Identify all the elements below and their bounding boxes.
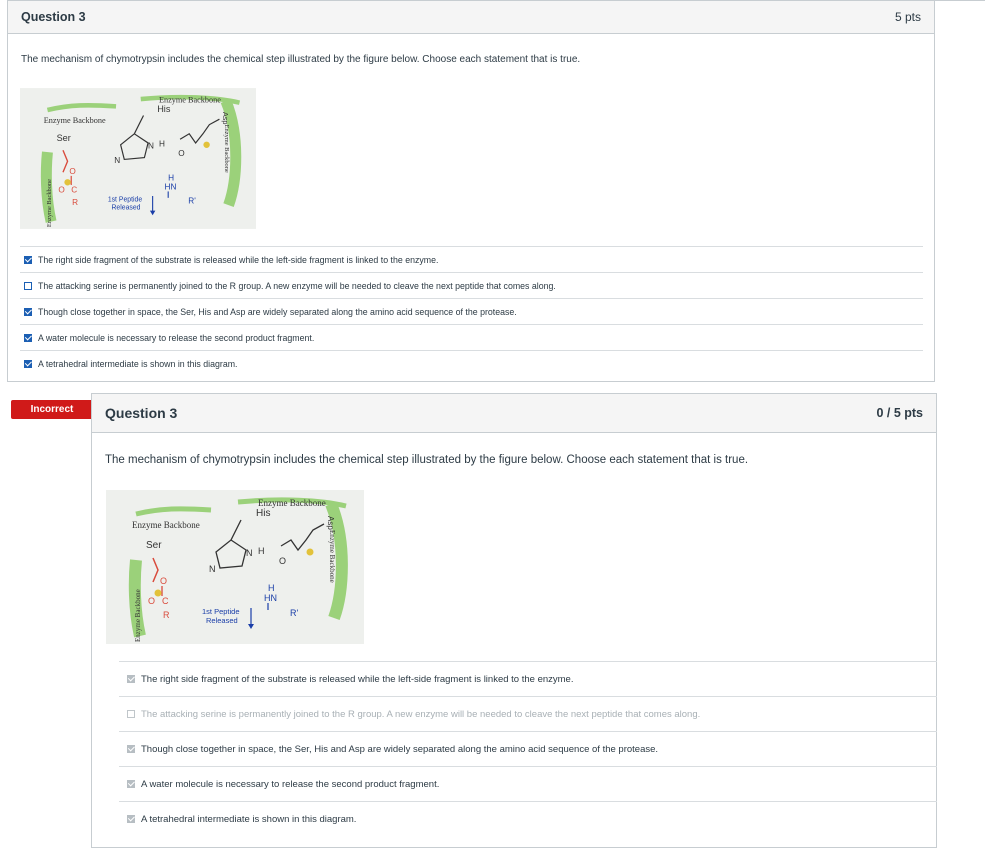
graded-answer-option: A tetrahedral intermediate is shown in t… (119, 801, 937, 836)
checkbox-checked-icon[interactable] (24, 255, 32, 264)
mechanism-diagram: Enzyme Backbone Enzyme Backbone Enzyme B… (20, 88, 256, 229)
answer-option[interactable]: The attacking serine is permanently join… (20, 272, 923, 298)
svg-text:HN: HN (264, 593, 277, 603)
graded-answer-option: The attacking serine is permanently join… (119, 696, 937, 731)
svg-text:O: O (279, 556, 286, 566)
svg-text:Enzyme Backbone: Enzyme Backbone (134, 589, 142, 642)
answer-label: Though close together in space, the Ser,… (141, 743, 659, 755)
svg-text:R: R (163, 610, 170, 620)
svg-text:N: N (209, 564, 216, 574)
answer-label: A water molecule is necessary to release… (38, 332, 315, 343)
answer-option[interactable]: Though close together in space, the Ser,… (20, 298, 923, 324)
checkbox-checked-icon (127, 675, 135, 683)
answer-label: The right side fragment of the substrate… (38, 254, 439, 265)
svg-text:Released: Released (206, 616, 238, 625)
checkbox-unchecked-icon (127, 710, 135, 718)
svg-text:His: His (256, 508, 270, 519)
answer-label: The right side fragment of the substrate… (141, 673, 574, 685)
svg-text:Enzyme Backbone: Enzyme Backbone (258, 498, 326, 508)
graded-question-header: Question 3 0 / 5 pts (92, 394, 936, 433)
svg-text:H: H (258, 546, 265, 556)
svg-text:Enzyme Backbone: Enzyme Backbone (223, 125, 230, 173)
graded-question-card: Question 3 0 / 5 pts The mechanism of ch… (91, 393, 937, 848)
svg-text:N: N (148, 141, 154, 150)
svg-text:N: N (114, 156, 120, 165)
checkbox-checked-icon[interactable] (24, 307, 32, 316)
checkbox-checked-icon[interactable] (24, 333, 32, 342)
checkbox-checked-icon[interactable] (24, 359, 32, 368)
mechanism-figure: Enzyme Backbone Enzyme Backbone Enzyme B… (106, 490, 364, 644)
graded-answer-option: A water molecule is necessary to release… (119, 766, 937, 801)
svg-text:Asp: Asp (221, 112, 230, 125)
answer-label: A tetrahedral intermediate is shown in t… (38, 358, 238, 369)
graded-question-score: 0 / 5 pts (876, 406, 923, 420)
svg-text:1st Peptide: 1st Peptide (108, 196, 143, 203)
incorrect-badge: Incorrect (11, 400, 101, 419)
question-card: Question 3 5 pts The mechanism of chymot… (7, 0, 935, 382)
svg-text:H: H (268, 583, 275, 593)
svg-text:Enzyme Backbone: Enzyme Backbone (44, 116, 106, 125)
svg-text:N: N (246, 548, 253, 558)
question-prompt: The mechanism of chymotrypsin includes t… (21, 54, 581, 65)
svg-text:O: O (69, 167, 75, 176)
mechanism-figure: Enzyme Backbone Enzyme Backbone Enzyme B… (20, 88, 256, 229)
graded-question-prompt: The mechanism of chymotrypsin includes t… (105, 454, 749, 466)
graded-answer-option: Though close together in space, the Ser,… (119, 731, 937, 766)
question-title: Question 3 (21, 10, 86, 24)
mechanism-diagram: Enzyme Backbone Enzyme Backbone Enzyme B… (106, 490, 364, 644)
svg-text:His: His (157, 104, 171, 114)
svg-text:Released: Released (111, 205, 140, 212)
svg-text:O: O (58, 185, 64, 194)
svg-text:C: C (71, 185, 77, 194)
svg-text:Ser: Ser (146, 540, 162, 551)
svg-text:O: O (148, 596, 155, 606)
svg-text:Enzyme Backbone: Enzyme Backbone (328, 530, 336, 583)
svg-text:O: O (160, 576, 167, 586)
svg-text:1st Peptide: 1st Peptide (202, 607, 240, 616)
answer-label: Though close together in space, the Ser,… (38, 306, 517, 317)
answer-label: The attacking serine is permanently join… (141, 708, 701, 720)
checkbox-unchecked-icon[interactable] (24, 281, 32, 290)
graded-answer-option: The right side fragment of the substrate… (119, 661, 937, 696)
answer-option[interactable]: A water molecule is necessary to release… (20, 324, 923, 350)
answer-option[interactable]: A tetrahedral intermediate is shown in t… (20, 350, 923, 376)
svg-text:H: H (159, 140, 165, 149)
svg-text:C: C (162, 596, 169, 606)
svg-text:Ser: Ser (57, 133, 71, 143)
answer-label: A water molecule is necessary to release… (141, 778, 440, 790)
svg-text:O: O (178, 149, 184, 158)
svg-text:R': R' (188, 196, 196, 205)
top-divider (935, 0, 985, 1)
svg-text:Enzyme Backbone: Enzyme Backbone (46, 179, 53, 227)
svg-text:H: H (168, 173, 174, 182)
answer-label: The attacking serine is permanently join… (38, 280, 556, 291)
question-header: Question 3 5 pts (8, 1, 934, 34)
svg-text:R': R' (290, 608, 298, 618)
checkbox-checked-icon (127, 745, 135, 753)
svg-text:R: R (72, 198, 78, 207)
svg-text:HN: HN (165, 183, 177, 192)
question-points: 5 pts (894, 10, 921, 24)
answer-label: A tetrahedral intermediate is shown in t… (141, 813, 357, 825)
svg-text:Asp: Asp (326, 516, 335, 530)
incorrect-badge-label: Incorrect (11, 400, 93, 419)
checkbox-checked-icon (127, 815, 135, 823)
graded-answer-list: The right side fragment of the substrate… (119, 661, 937, 836)
checkbox-checked-icon (127, 780, 135, 788)
graded-question-title: Question 3 (105, 405, 178, 421)
svg-text:Enzyme Backbone: Enzyme Backbone (132, 520, 200, 530)
answer-list: The right side fragment of the substrate… (20, 246, 923, 376)
answer-option[interactable]: The right side fragment of the substrate… (20, 246, 923, 272)
